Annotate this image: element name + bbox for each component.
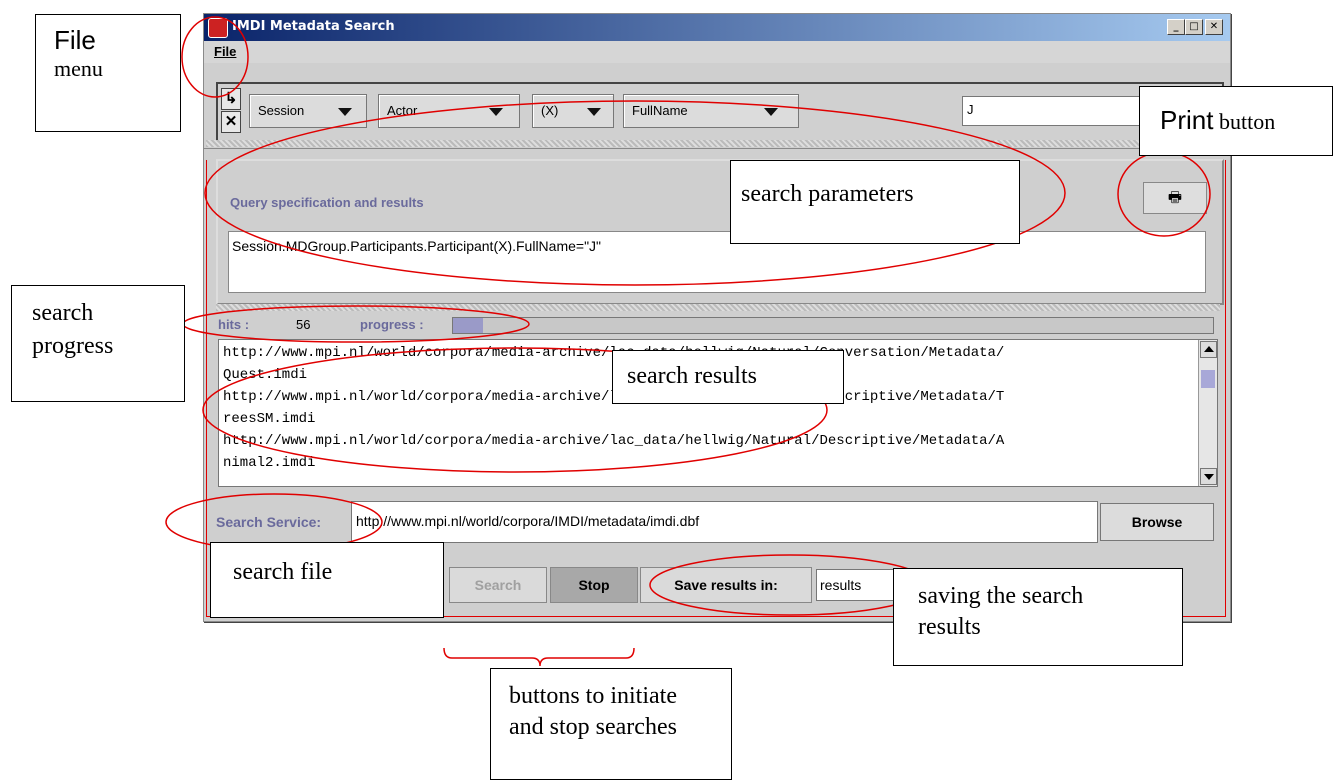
annotation-buttons-line1: buttons to initiate [509,683,677,709]
annotation-search-progress: search progress [11,285,185,402]
query-value-text: J [967,102,974,117]
splitter-top[interactable] [206,140,1226,147]
combo-actor[interactable]: Actor [378,94,520,128]
minimize-button[interactable]: _ [1167,19,1185,35]
annotation-file-menu-line1: File [54,25,96,55]
annotation-saving-line1: saving the search [918,583,1084,609]
combo-session[interactable]: Session [249,94,367,128]
combo-session-value: Session [258,103,305,118]
combo-variable[interactable]: (X) [532,94,614,128]
chevron-down-icon [489,108,503,116]
combo-actor-value: Actor [387,103,418,118]
annotation-search-progress-line2: progress [32,333,114,359]
close-button[interactable]: ✕ [1205,19,1223,35]
annotation-print-rest: button [1213,109,1276,134]
annotation-print: Print button [1139,86,1333,156]
app-window: IMDI Metadata Search _ □ ✕ File ↳ ✕ Sess… [203,13,1231,622]
insert-condition-icon[interactable]: ↳ [221,88,241,110]
delete-condition-icon[interactable]: ✕ [221,111,241,133]
annotation-file-menu: File menu [35,14,181,132]
title-bar[interactable]: IMDI Metadata Search _ □ ✕ [204,14,1230,41]
annotation-search-results-text: search results [627,363,757,389]
annotation-search-results: search results [612,350,844,404]
window-title: IMDI Metadata Search [232,19,395,34]
buttons-brace [443,647,635,667]
menu-file[interactable]: File [214,44,236,59]
chevron-down-icon [338,108,352,116]
divider [204,148,1230,149]
maximize-button[interactable]: □ [1185,19,1203,35]
chevron-down-icon [587,108,601,116]
annotation-print-word: Print [1160,105,1214,135]
app-icon [208,18,228,38]
combo-field-value: FullName [632,103,688,118]
annotation-file-menu-line2: menu [54,56,103,81]
annotation-search-file-text: search file [233,559,333,585]
menu-bar: File [204,41,1230,63]
combo-variable-value: (X) [541,103,559,118]
annotation-buttons: buttons to initiate and stop searches [490,668,732,780]
chevron-down-icon [764,108,778,116]
annotation-search-parameters: search parameters [730,160,1020,244]
annotation-search-file: search file [210,542,444,618]
annotation-search-progress-line1: search [32,300,94,326]
combo-field[interactable]: FullName [623,94,799,128]
annotation-search-parameters-text: search parameters [741,181,914,207]
annotation-saving-line2: results [918,614,981,640]
annotation-saving: saving the search results [893,568,1183,666]
annotation-buttons-line2: and stop searches [509,714,677,740]
query-builder-toolbar: ↳ ✕ Session Actor (X) FullName J [216,82,1224,142]
